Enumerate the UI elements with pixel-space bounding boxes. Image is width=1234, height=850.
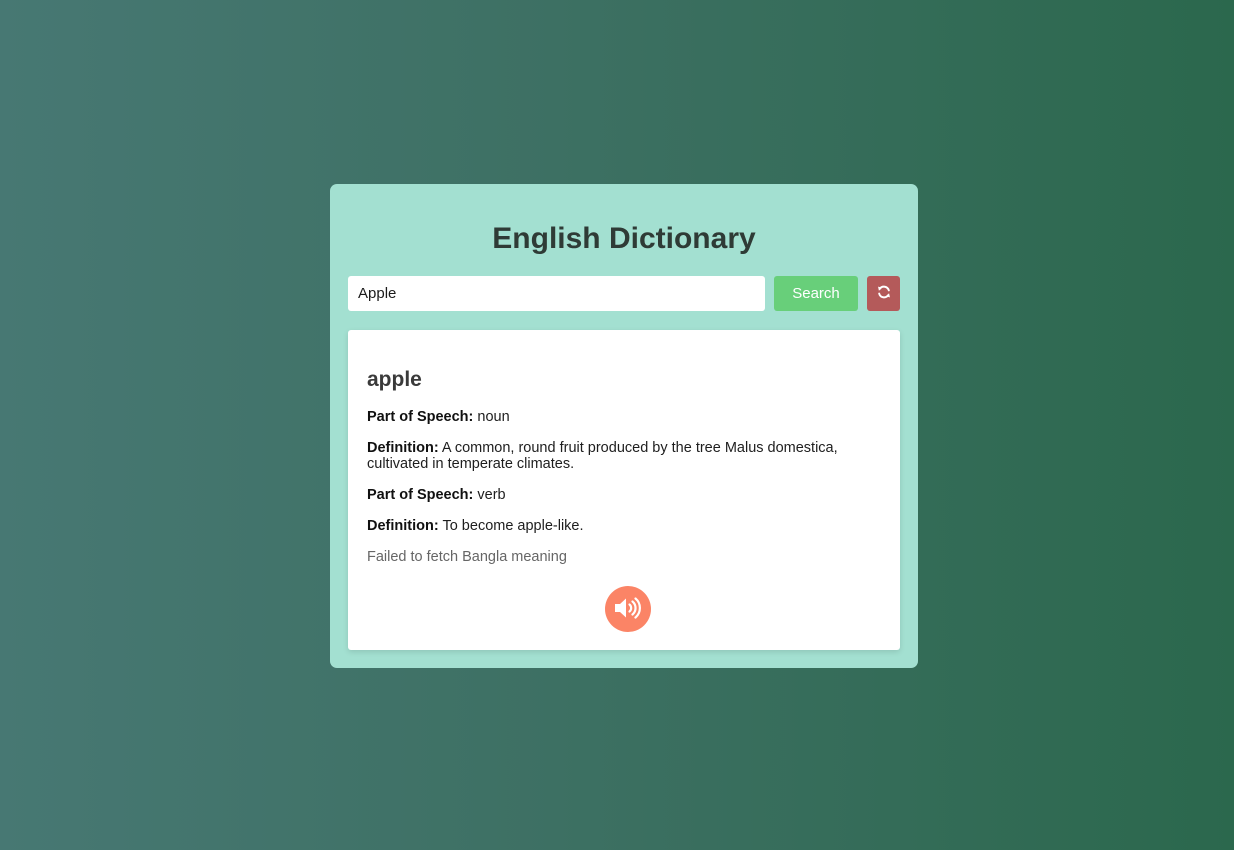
dictionary-card: English Dictionary Search apple Part of …: [330, 184, 918, 668]
definition-label: Definition:: [367, 518, 439, 534]
part-of-speech: Part of Speech: noun: [367, 409, 881, 425]
definition-label: Definition:: [367, 440, 439, 456]
page-title: English Dictionary: [492, 222, 756, 255]
pos-label: Part of Speech:: [367, 409, 474, 425]
pos-value: verb: [477, 487, 506, 503]
search-row: Search: [348, 276, 900, 311]
search-input[interactable]: [348, 276, 765, 311]
result-panel: apple Part of Speech: noun Definition: A…: [348, 330, 900, 650]
pos-value: noun: [477, 409, 510, 425]
volume-up-icon: [613, 596, 643, 623]
part-of-speech: Part of Speech: verb: [367, 487, 881, 503]
definition: Definition: A common, round fruit produc…: [367, 440, 881, 472]
definition: Definition: To become apple-like.: [367, 518, 881, 534]
bangla-status-message: Failed to fetch Bangla meaning: [367, 549, 567, 565]
speak-button[interactable]: [605, 586, 651, 632]
refresh-icon: [877, 285, 891, 302]
pos-label: Part of Speech:: [367, 487, 474, 503]
definition-text: To become apple-like.: [442, 518, 584, 534]
refresh-button[interactable]: [867, 276, 900, 311]
search-button[interactable]: Search: [774, 276, 858, 311]
result-word: apple: [367, 368, 422, 391]
